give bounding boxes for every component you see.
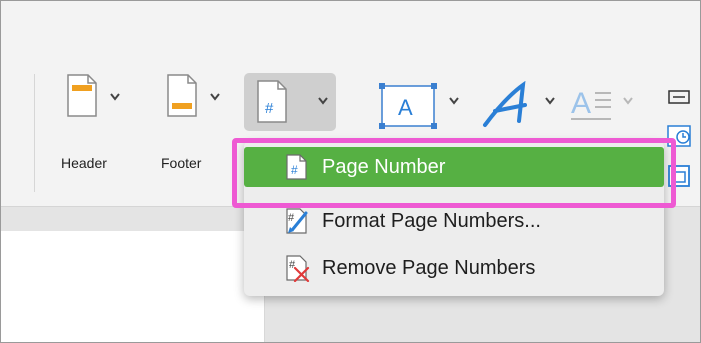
- highlight-annotation-box: [232, 138, 676, 208]
- page-number-chevron-down-icon[interactable]: [318, 97, 328, 105]
- menu-item-label: Remove Page Numbers: [322, 256, 536, 279]
- header-tool[interactable]: Header: [56, 73, 136, 183]
- menu-item-remove-page-numbers[interactable]: # Remove Page Numbers: [244, 248, 664, 288]
- svg-text:#: #: [288, 212, 295, 224]
- footer-label: Footer: [161, 155, 202, 171]
- page-number-glyph: #: [265, 100, 274, 117]
- footer-icon: [167, 74, 197, 117]
- footer-chevron-down-icon[interactable]: [210, 93, 220, 101]
- menu-item-label: Format Page Numbers...: [322, 209, 541, 232]
- field-icon[interactable]: [665, 85, 697, 113]
- word-window: Header Footer # A A # Page Number # Form…: [0, 0, 701, 343]
- drop-cap-icon[interactable]: A: [569, 83, 617, 123]
- page-number-ribbon-icon: #: [257, 80, 287, 123]
- wordart-chevron-down-icon[interactable]: [545, 97, 555, 105]
- document-page[interactable]: [1, 231, 265, 342]
- format-page-numbers-icon: #: [286, 208, 308, 234]
- text-box-icon[interactable]: A: [379, 83, 441, 131]
- header-label: Header: [61, 155, 107, 171]
- header-icon: [67, 74, 97, 117]
- svg-text:A: A: [571, 87, 591, 120]
- header-chevron-down-icon[interactable]: [110, 93, 120, 101]
- text-box-chevron-down-icon[interactable]: [449, 97, 459, 105]
- wordart-icon[interactable]: [479, 81, 539, 131]
- svg-text:A: A: [398, 95, 413, 120]
- remove-page-numbers-icon: #: [286, 255, 310, 282]
- drop-cap-chevron-down-icon[interactable]: [623, 97, 633, 105]
- footer-tool[interactable]: Footer: [156, 73, 236, 183]
- ribbon-separator: [34, 74, 35, 192]
